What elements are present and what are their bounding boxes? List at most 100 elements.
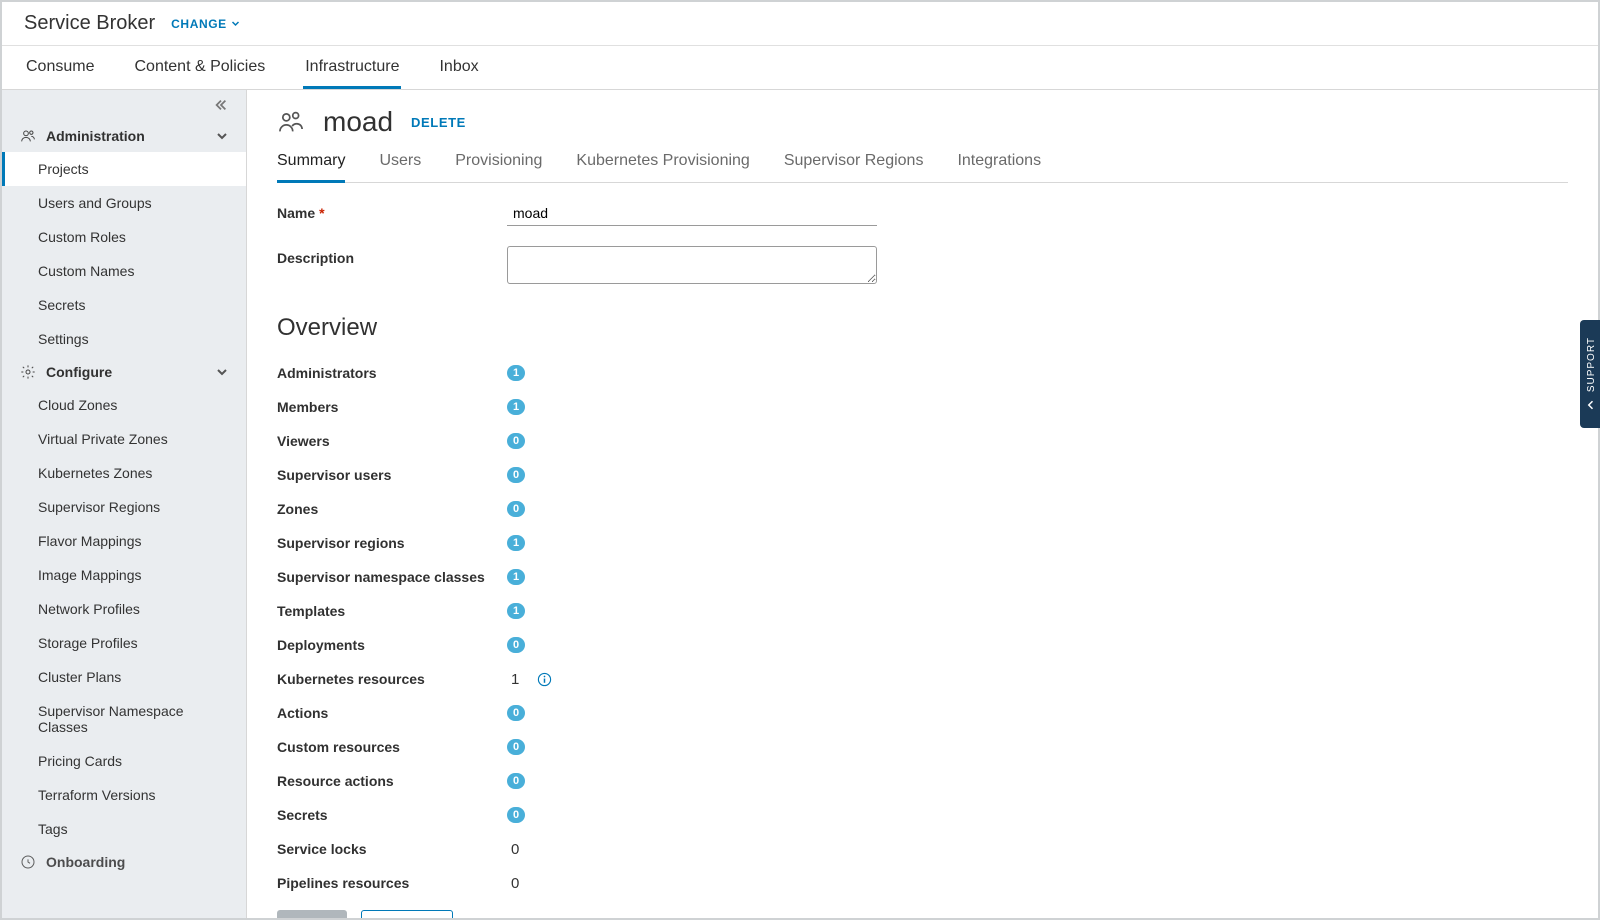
main-content: moad DELETE Summary Users Provisioning K… <box>247 90 1598 918</box>
sidebar-group-label: Onboarding <box>46 854 125 870</box>
app-title: Service Broker <box>24 12 155 35</box>
form-row-name: Name* <box>277 201 1568 226</box>
overview-label: Resource actions <box>277 773 507 789</box>
overview-list: Administrators1Members1Viewers0Superviso… <box>277 356 1568 900</box>
subtab-provisioning[interactable]: Provisioning <box>455 144 542 183</box>
sidebar-item-vpz[interactable]: Virtual Private Zones <box>2 422 246 456</box>
chevron-left-icon <box>1585 399 1597 411</box>
overview-label: Supervisor regions <box>277 535 507 551</box>
overview-label: Administrators <box>277 365 507 381</box>
save-button[interactable]: SAVE <box>277 910 347 918</box>
sidebar-item-cloud-zones[interactable]: Cloud Zones <box>2 388 246 422</box>
sidebar-item-settings[interactable]: Settings <box>2 322 246 356</box>
overview-row: Supervisor users0 <box>277 458 1568 492</box>
tab-content-policies[interactable]: Content & Policies <box>132 58 267 89</box>
sidebar-item-secrets[interactable]: Secrets <box>2 288 246 322</box>
overview-row: Service locks0 <box>277 832 1568 866</box>
project-icon <box>277 108 305 136</box>
count-value: 0 <box>511 875 519 892</box>
overview-row: Supervisor namespace classes1 <box>277 560 1568 594</box>
primary-nav: Consume Content & Policies Infrastructur… <box>2 46 1598 90</box>
overview-row: Kubernetes resources1 <box>277 662 1568 696</box>
overview-row: Custom resources0 <box>277 730 1568 764</box>
overview-row: Resource actions0 <box>277 764 1568 798</box>
support-tab[interactable]: SUPPORT <box>1580 320 1600 428</box>
chevron-down-icon <box>231 19 240 28</box>
onboarding-icon <box>20 854 36 870</box>
overview-label: Deployments <box>277 637 507 653</box>
count-badge: 1 <box>507 603 525 619</box>
sidebar-item-k8s-zones[interactable]: Kubernetes Zones <box>2 456 246 490</box>
sidebar-collapse[interactable] <box>2 90 246 120</box>
subtab-supervisor-regions[interactable]: Supervisor Regions <box>784 144 924 183</box>
chevron-down-icon <box>216 130 228 142</box>
sidebar-item-projects[interactable]: Projects <box>2 152 246 186</box>
context-switcher[interactable]: CHANGE <box>171 17 240 31</box>
sidebar-item-supervisor-regions[interactable]: Supervisor Regions <box>2 490 246 524</box>
overview-label: Supervisor namespace classes <box>277 569 507 585</box>
delete-button[interactable]: DELETE <box>411 115 466 130</box>
masthead: Service Broker CHANGE <box>2 2 1598 46</box>
tab-infrastructure[interactable]: Infrastructure <box>303 58 401 89</box>
overview-label: Zones <box>277 501 507 517</box>
description-textarea[interactable] <box>507 246 877 284</box>
info-icon[interactable] <box>537 672 552 687</box>
sidebar-item-image[interactable]: Image Mappings <box>2 558 246 592</box>
count-badge: 0 <box>507 705 525 721</box>
subtab-integrations[interactable]: Integrations <box>957 144 1041 183</box>
sidebar-group-administration[interactable]: Administration <box>2 120 246 152</box>
sidebar-item-users-groups[interactable]: Users and Groups <box>2 186 246 220</box>
tab-consume[interactable]: Consume <box>24 58 96 89</box>
tab-inbox[interactable]: Inbox <box>437 58 480 89</box>
form-row-description: Description <box>277 246 1568 284</box>
gear-icon <box>20 364 36 380</box>
sidebar-item-storage[interactable]: Storage Profiles <box>2 626 246 660</box>
page-header: moad DELETE <box>277 106 1568 138</box>
users-icon <box>20 128 36 144</box>
subtab-users[interactable]: Users <box>379 144 421 183</box>
overview-row: Secrets0 <box>277 798 1568 832</box>
sidebar-group-onboarding[interactable]: Onboarding <box>2 846 246 878</box>
sidebar-item-snc[interactable]: Supervisor Namespace Classes <box>2 694 246 744</box>
page-title: moad <box>323 106 393 138</box>
sidebar-item-pricing[interactable]: Pricing Cards <box>2 744 246 778</box>
sidebar-item-tags[interactable]: Tags <box>2 812 246 846</box>
sidebar-group-label: Configure <box>46 364 112 380</box>
count-badge: 0 <box>507 467 525 483</box>
overview-label: Viewers <box>277 433 507 449</box>
sidebar-group-configure[interactable]: Configure <box>2 356 246 388</box>
name-label: Name* <box>277 201 507 221</box>
chevron-down-icon <box>216 366 228 378</box>
overview-label: Templates <box>277 603 507 619</box>
name-input[interactable] <box>507 201 877 226</box>
count-value: 0 <box>511 841 519 858</box>
count-badge: 0 <box>507 739 525 755</box>
double-chevron-left-icon <box>214 98 228 112</box>
overview-row: Administrators1 <box>277 356 1568 390</box>
overview-label: Supervisor users <box>277 467 507 483</box>
count-badge: 1 <box>507 535 525 551</box>
sidebar-item-cluster-plans[interactable]: Cluster Plans <box>2 660 246 694</box>
change-label: CHANGE <box>171 17 227 31</box>
count-value: 1 <box>511 671 519 688</box>
subtab-summary[interactable]: Summary <box>277 144 345 183</box>
overview-row: Actions0 <box>277 696 1568 730</box>
overview-label: Members <box>277 399 507 415</box>
sub-tabs: Summary Users Provisioning Kubernetes Pr… <box>277 144 1568 183</box>
overview-row: Zones0 <box>277 492 1568 526</box>
sidebar-group-label: Administration <box>46 128 145 144</box>
sidebar-item-network[interactable]: Network Profiles <box>2 592 246 626</box>
subtab-k8s-provisioning[interactable]: Kubernetes Provisioning <box>576 144 749 183</box>
overview-label: Pipelines resources <box>277 875 507 891</box>
overview-row: Deployments0 <box>277 628 1568 662</box>
sidebar-item-terraform[interactable]: Terraform Versions <box>2 778 246 812</box>
count-badge: 0 <box>507 433 525 449</box>
sidebar-item-custom-roles[interactable]: Custom Roles <box>2 220 246 254</box>
sidebar-item-custom-names[interactable]: Custom Names <box>2 254 246 288</box>
count-badge: 0 <box>507 773 525 789</box>
cancel-button[interactable]: CANCEL <box>361 910 453 918</box>
overview-label: Service locks <box>277 841 507 857</box>
sidebar-item-flavor[interactable]: Flavor Mappings <box>2 524 246 558</box>
overview-label: Kubernetes resources <box>277 671 507 687</box>
overview-label: Custom resources <box>277 739 507 755</box>
